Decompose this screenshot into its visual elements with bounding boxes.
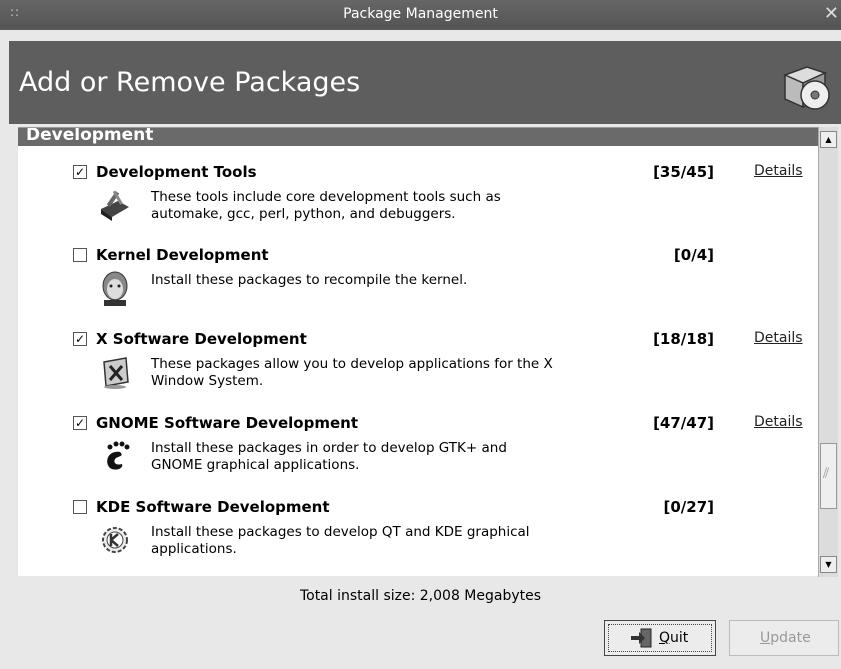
package-checkbox[interactable]: ✓ [73,416,87,430]
package-count: [18/18] [653,330,714,348]
header-banner: Add or Remove Packages [9,41,841,124]
package-description-line1: Install these packages to recompile the … [151,272,468,288]
title-bar[interactable]: :: Package Management ✕ [0,0,841,28]
package-row-kernel-development[interactable]: Kernel Development [0/4] Install these p… [18,246,816,332]
package-checkbox[interactable] [73,248,87,262]
vertical-scrollbar[interactable]: ▲ ⫽ ▼ [818,127,838,577]
package-row-x-software-development[interactable]: ✓ X Software Development [18/18] Details… [18,330,816,416]
window-title: Package Management [343,6,498,22]
x-window-icon [103,357,129,389]
page-title: Add or Remove Packages [19,67,361,98]
package-description-line2: applications. [151,541,237,557]
scrollbar-thumb[interactable]: ⫽ [820,443,837,509]
package-list[interactable]: Development ✓ Development Tools [35/45] … [18,127,818,576]
package-description-line1: These packages allow you to develop appl… [151,356,553,372]
package-description-line1: Install these packages in order to devel… [151,440,507,456]
package-name: KDE Software Development [96,498,330,516]
exit-door-icon [631,628,652,648]
gnome-foot-icon [107,441,130,470]
package-cd-icon [782,66,830,110]
update-button[interactable]: Update [729,620,839,656]
total-install-size: Total install size: 2,008 Megabytes [299,588,542,604]
package-count: [0/27] [663,498,714,516]
details-link[interactable]: Details [754,163,803,179]
details-link[interactable]: Details [754,330,803,346]
thumb-grip-icon: ⫽ [823,466,830,482]
quit-button[interactable]: Quit [604,620,716,656]
scroll-down-arrow-icon[interactable]: ▼ [820,556,837,573]
tools-icon [101,190,129,221]
update-button-label: Update [760,630,811,646]
package-description-line1: Install these packages to develop QT and… [151,524,530,540]
kde-gear-icon [102,527,128,553]
package-description-line2: GNOME graphical applications. [151,457,360,473]
scroll-up-arrow-icon[interactable]: ▲ [820,131,837,148]
package-name: X Software Development [96,330,307,348]
package-name: Kernel Development [96,246,269,264]
quit-button-label: Quit [659,630,689,646]
package-description-line2: automake, gcc, perl, python, and debugge… [151,206,456,222]
package-row-gnome-software-development[interactable]: ✓ GNOME Software Development [47/47] Det… [18,414,816,500]
package-name: GNOME Software Development [96,414,359,432]
package-description-line2: Window System. [151,373,264,389]
details-link[interactable]: Details [754,414,803,430]
package-count: [0/4] [673,246,714,264]
package-row-kde-software-development[interactable]: KDE Software Development [0/27] Install … [18,498,816,576]
category-header: Development [18,128,818,146]
package-description-line1: These tools include core development too… [151,189,501,205]
package-row-development-tools[interactable]: ✓ Development Tools [35/45] Details Thes… [18,163,816,249]
package-checkbox[interactable]: ✓ [73,165,87,179]
close-icon[interactable]: ✕ [824,3,839,24]
package-checkbox[interactable]: ✓ [73,332,87,346]
package-checkbox[interactable] [73,500,87,514]
package-name: Development Tools [96,163,257,181]
package-count: [35/45] [653,163,714,181]
tux-face-icon [102,271,128,306]
package-count: [47/47] [653,414,714,432]
title-bar-divider [0,28,841,30]
